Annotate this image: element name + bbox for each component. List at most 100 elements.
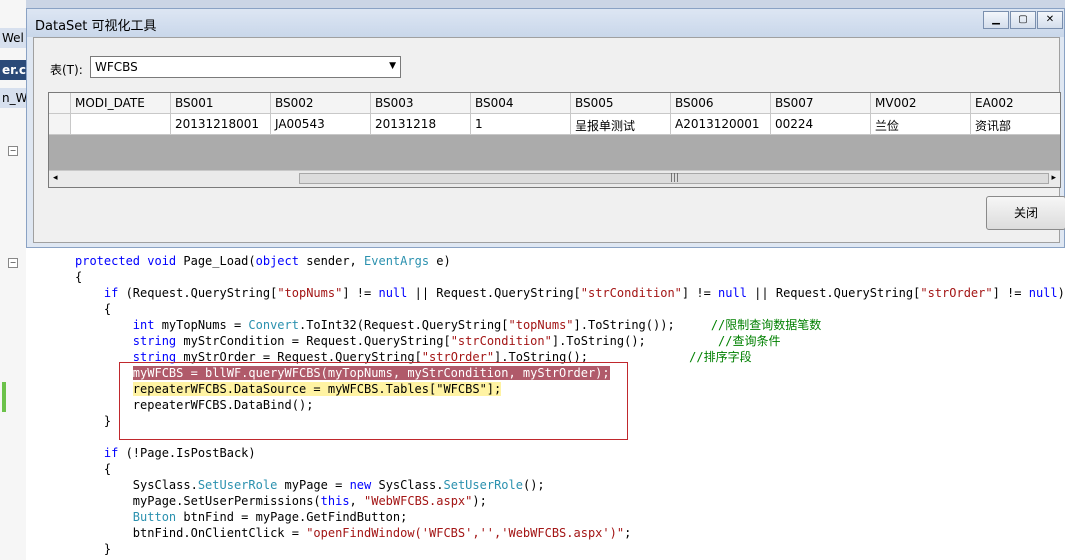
grid-cell[interactable]: JA00543: [271, 114, 371, 135]
column-header[interactable]: BS004: [471, 93, 571, 114]
ide-side-panel: Wel er.cs n_We: [0, 0, 26, 560]
column-header[interactable]: BS006: [671, 93, 771, 114]
code-token: ].ToString();: [551, 334, 719, 348]
code-token: );: [472, 494, 487, 508]
grid-cell[interactable]: 1: [471, 114, 571, 135]
scroll-thumb[interactable]: |||: [299, 173, 1049, 184]
code-token: new: [349, 478, 372, 492]
code-token: //限制查询数据笔数: [710, 318, 822, 332]
code-token: string: [132, 334, 177, 348]
code-token: SetUserRole: [197, 478, 278, 492]
ide-tab-3[interactable]: n_We: [0, 88, 26, 108]
code-line[interactable]: {: [75, 269, 1065, 285]
column-header[interactable]: EA002: [971, 93, 1060, 114]
code-token: || Request.QueryString[: [407, 286, 581, 300]
code-line[interactable]: {: [75, 301, 1065, 317]
fold-icon[interactable]: −: [8, 146, 18, 156]
code-line[interactable]: if (!Page.IsPostBack): [75, 445, 1065, 461]
code-token: e): [429, 254, 451, 268]
grid-cell[interactable]: 20131218001: [171, 114, 271, 135]
close-button[interactable]: 关闭: [986, 196, 1065, 230]
dataset-visualizer-dialog: DataSet 可视化工具 ▁ ▢ ✕ 表(T): WFCBS ▼ MODI_D…: [26, 8, 1065, 248]
table-label: 表(T):: [50, 63, 83, 77]
ide-tab-2[interactable]: er.cs: [0, 60, 26, 80]
minimize-icon[interactable]: ▁: [983, 11, 1009, 29]
code-token: btnFind.OnClientClick =: [75, 526, 307, 540]
code-line[interactable]: Button btnFind = myPage.GetFindButton;: [75, 509, 1065, 525]
code-token: null: [718, 286, 747, 300]
column-header[interactable]: BS001: [171, 93, 271, 114]
code-token: SysClass.: [75, 478, 198, 492]
column-header[interactable]: BS005: [571, 93, 671, 114]
table-select[interactable]: WFCBS ▼: [90, 56, 401, 78]
grid-cell[interactable]: 兰俭: [871, 114, 971, 135]
code-line[interactable]: myPage.SetUserPermissions(this, "WebWFCB…: [75, 493, 1065, 509]
scroll-left-icon[interactable]: ◂: [53, 173, 58, 183]
chevron-down-icon[interactable]: ▼: [389, 61, 396, 71]
column-header[interactable]: BS007: [771, 93, 871, 114]
close-icon[interactable]: ✕: [1037, 11, 1063, 29]
column-header[interactable]: BS003: [371, 93, 471, 114]
code-line[interactable]: protected void Page_Load(object sender, …: [75, 253, 1065, 269]
code-token: //查询条件: [718, 334, 781, 348]
column-header[interactable]: BS002: [271, 93, 371, 114]
code-token: || Request.QueryString[: [746, 286, 921, 300]
column-header[interactable]: MODI_DATE: [71, 93, 171, 114]
code-token: int: [132, 318, 155, 332]
code-token: SetUserRole: [443, 478, 523, 492]
code-token: sender,: [298, 254, 365, 268]
code-token: myStrCondition = Request.QueryString[: [176, 334, 451, 348]
code-line[interactable]: string myStrCondition = Request.QueryStr…: [75, 333, 1065, 349]
code-token: //排序字段: [689, 350, 752, 364]
code-line[interactable]: int myTopNums = Convert.ToInt32(Request.…: [75, 317, 1065, 333]
code-line[interactable]: if (Request.QueryString["topNums"] != nu…: [75, 285, 1065, 301]
code-token: {: [75, 302, 112, 316]
scroll-right-icon[interactable]: ▸: [1051, 173, 1056, 183]
row-header-cell[interactable]: [49, 114, 71, 135]
code-line[interactable]: btnFind.OnClientClick = "openFindWindow(…: [75, 525, 1065, 541]
code-token: this: [320, 494, 350, 508]
code-token: object: [255, 254, 299, 268]
code-line[interactable]: }: [75, 541, 1065, 557]
code-token: Page_Load(: [183, 254, 256, 268]
grid-cell[interactable]: 20131218: [371, 114, 471, 135]
data-grid[interactable]: MODI_DATE BS001 BS002 BS003 BS004 BS005 BS006 B…: [48, 92, 1061, 188]
code-token: "strCondition": [580, 286, 682, 300]
code-line[interactable]: SysClass.SetUserRole myPage = new SysCla…: [75, 477, 1065, 493]
code-line[interactable]: {: [75, 461, 1065, 477]
code-token: Convert: [248, 318, 299, 332]
fold-icon[interactable]: −: [8, 258, 18, 268]
grid-cell[interactable]: 资讯部: [971, 114, 1060, 135]
horizontal-scrollbar[interactable]: ◂ ||| ▸: [49, 170, 1060, 187]
code-token: myPage.SetUserPermissions(: [75, 494, 321, 508]
maximize-icon[interactable]: ▢: [1010, 11, 1036, 29]
highlight-box: [119, 362, 628, 440]
code-token: ,: [349, 494, 364, 508]
change-marker: [2, 382, 6, 412]
code-token: SysClass.: [371, 478, 444, 492]
grid-cell[interactable]: 呈报单测试: [571, 114, 671, 135]
code-token: }: [75, 542, 112, 556]
code-token: "WebWFCBS.aspx": [364, 494, 473, 508]
code-token: null: [378, 286, 408, 300]
code-token: "topNums": [508, 318, 574, 332]
ide-tab-1[interactable]: Wel: [0, 28, 26, 48]
column-header[interactable]: MV002: [871, 93, 971, 114]
code-token: ] !=: [681, 286, 719, 300]
row-header-cell: [49, 93, 71, 114]
table-row[interactable]: 20131218001 JA00543 20131218 1 呈报单测试 A2013120…: [49, 114, 1060, 135]
code-token: (Request.QueryString[: [118, 286, 278, 300]
code-token: null: [1028, 286, 1058, 300]
code-token: ].ToString());: [573, 318, 711, 332]
code-token: ] !=: [992, 286, 1029, 300]
dialog-titlebar[interactable]: DataSet 可视化工具 ▁ ▢ ✕: [27, 9, 1064, 37]
grid-cell[interactable]: [71, 114, 171, 135]
code-token: "topNums": [277, 286, 343, 300]
code-token: }: [75, 414, 112, 428]
code-token: .ToInt32(Request.QueryString[: [298, 318, 509, 332]
grid-cell[interactable]: 00224: [771, 114, 871, 135]
grid-cell[interactable]: A2013120001: [671, 114, 771, 135]
code-token: "strCondition": [450, 334, 552, 348]
